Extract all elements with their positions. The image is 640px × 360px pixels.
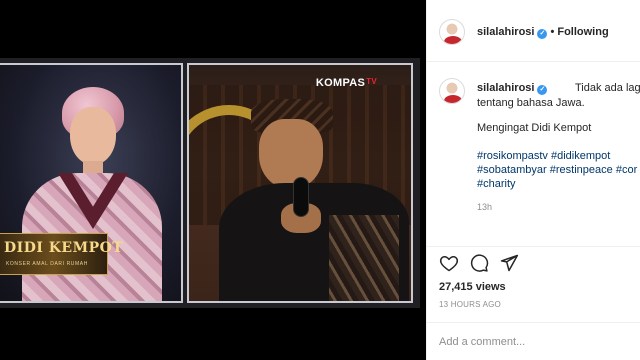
- paper-plane-icon[interactable]: [499, 253, 519, 273]
- hashtag-link[interactable]: #cor: [616, 164, 637, 176]
- hashtag-row: #charity: [477, 178, 516, 190]
- lower-third-graphic: DIDI KEMPOT KONSER AMAL DARI RUMAH: [0, 233, 123, 275]
- header-username[interactable]: silalahirosi: [477, 26, 534, 38]
- action-bar: [427, 246, 640, 274]
- post-timestamp[interactable]: 13 HOURS AGO: [439, 300, 501, 309]
- hashtag-link[interactable]: #restinpeace: [550, 164, 613, 176]
- lower-third-title: DIDI KEMPOT: [4, 240, 124, 256]
- tv-logo-text: KOMPAS: [315, 77, 366, 89]
- lower-third-subtitle: KONSER AMAL DARI RUMAH: [6, 261, 88, 267]
- hashtag-link[interactable]: #charity: [477, 178, 516, 190]
- following-button[interactable]: Following: [557, 26, 608, 38]
- singer-panel: KOMPASTV: [187, 63, 413, 303]
- hashtag-link[interactable]: #sobatambyar: [477, 164, 547, 176]
- post-sidebar: silalahirosi ✓ • Following silalahirosi ✓ Ti…: [426, 0, 640, 360]
- heart-icon[interactable]: [439, 253, 459, 273]
- tv-logo-suffix: TV: [366, 77, 377, 86]
- comment-form: [427, 322, 640, 360]
- caption-user-line: silalahirosi ✓: [477, 82, 548, 95]
- caption-text-line-3: Mengingat Didi Kempot: [477, 122, 592, 134]
- caption-timestamp: 13h: [477, 202, 493, 212]
- host-panel: DIDI KEMPOT KONSER AMAL DARI RUMAH: [0, 63, 183, 303]
- microphone: [293, 177, 309, 217]
- hashtag-link[interactable]: #rosikompastv: [477, 150, 548, 162]
- post-caption: silalahirosi✓ Tidak ada lagi cand tentan…: [427, 62, 640, 246]
- comment-input[interactable]: [439, 333, 635, 351]
- video-player[interactable]: DIDI KEMPOT KONSER AMAL DARI RUMAH KOMPA…: [0, 0, 426, 360]
- avatar[interactable]: [439, 19, 465, 45]
- caption-username[interactable]: silalahirosi: [477, 82, 534, 94]
- verified-badge-icon: ✓: [537, 85, 548, 95]
- caption-avatar[interactable]: [439, 78, 465, 104]
- tv-frame: DIDI KEMPOT KONSER AMAL DARI RUMAH KOMPA…: [0, 58, 420, 308]
- view-count[interactable]: 27,415 views: [439, 281, 506, 293]
- post-header: silalahirosi ✓ • Following: [427, 0, 640, 62]
- header-user-line: silalahirosi ✓ • Following: [477, 26, 609, 39]
- verified-badge-icon: ✓: [537, 29, 548, 39]
- hashtag-link[interactable]: #didikempot: [551, 150, 610, 162]
- kompas-tv-logo: KOMPASTV: [316, 77, 377, 89]
- comment-icon[interactable]: [469, 253, 489, 273]
- hashtag-row: #sobatambyar #restinpeace #cor: [477, 164, 637, 176]
- host-face: [70, 107, 116, 165]
- hashtag-row: #rosikompastv #didikempot: [477, 150, 610, 162]
- singer-face: [259, 119, 323, 189]
- caption-text-line-1: Tidak ada lagi cand: [575, 82, 640, 94]
- caption-text-line-2: tentang bahasa Jawa.: [477, 97, 585, 109]
- header-separator: •: [550, 26, 555, 38]
- batik-cloth: [329, 215, 399, 301]
